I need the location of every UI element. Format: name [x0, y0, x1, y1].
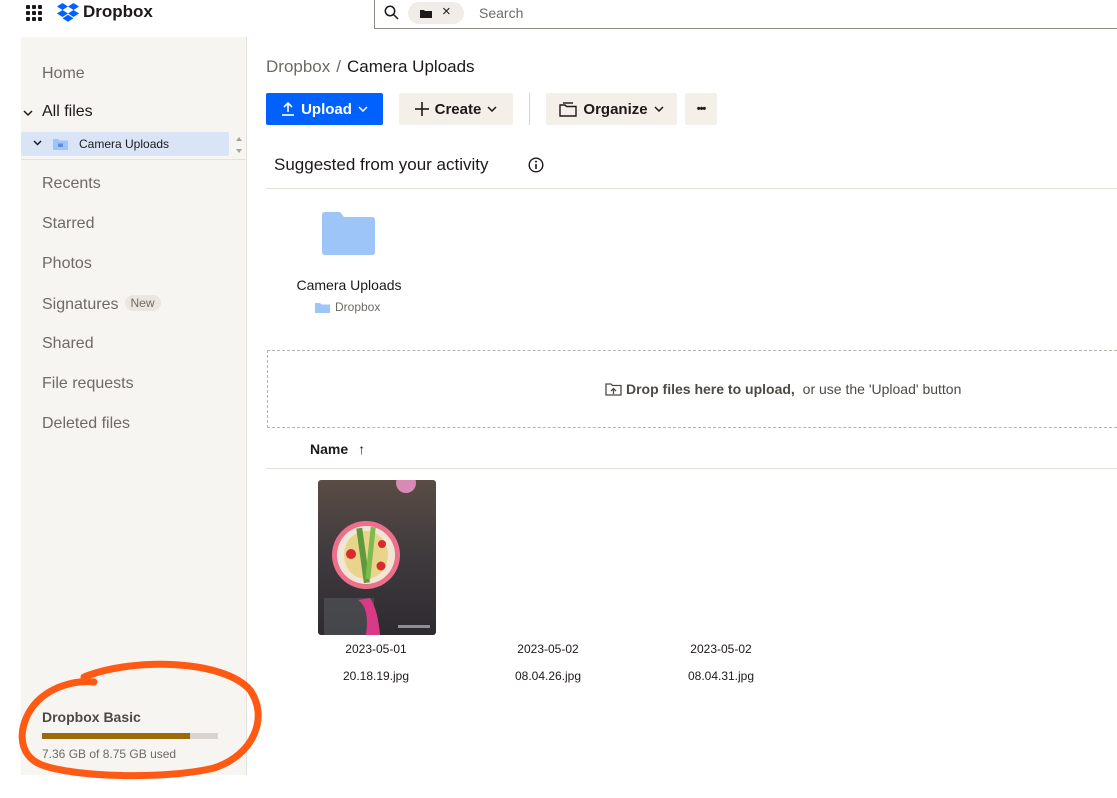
- suggested-item-location: Dropbox: [315, 300, 380, 314]
- sort-by-name-header[interactable]: Name ↑: [310, 441, 365, 457]
- search-input[interactable]: [479, 3, 879, 23]
- divider: [21, 159, 246, 160]
- dropzone-text: Drop files here to upload, or use the 'U…: [605, 381, 961, 397]
- create-label: Create: [434, 100, 482, 118]
- tree-scrollbar[interactable]: [233, 132, 245, 158]
- file-name-time: 20.18.19.jpg: [342, 669, 410, 683]
- folder-icon[interactable]: [322, 212, 375, 255]
- breadcrumb: Dropbox / Camera Uploads: [266, 57, 475, 77]
- sort-ascending-icon: ↑: [358, 441, 366, 457]
- folder-icon: [420, 10, 432, 18]
- chip-close-icon[interactable]: ×: [442, 3, 451, 20]
- sidebar-item-home[interactable]: Home: [42, 65, 85, 83]
- chevron-down-icon: [358, 106, 368, 112]
- more-icon: •••: [696, 103, 707, 115]
- upload-icon: [282, 102, 295, 116]
- breadcrumb-current: Camera Uploads: [347, 57, 475, 76]
- suggested-item-name[interactable]: Camera Uploads: [266, 277, 432, 293]
- sidebar-item-photos[interactable]: Photos: [42, 255, 92, 273]
- toolbar-divider: [529, 93, 530, 125]
- sidebar-item-file-requests[interactable]: File requests: [42, 375, 134, 393]
- file-tile[interactable]: 2023-05-02 08.04.26.jpg: [482, 480, 622, 690]
- upload-dropzone[interactable]: Drop files here to upload, or use the 'U…: [267, 350, 1117, 428]
- upload-button[interactable]: Upload: [266, 93, 383, 125]
- sidebar-item-deleted-files[interactable]: Deleted files: [42, 415, 130, 433]
- file-name-time: 08.04.26.jpg: [514, 669, 582, 683]
- sidebar-item-signatures[interactable]: Signatures New: [42, 295, 161, 314]
- location-label: Dropbox: [335, 300, 381, 314]
- file-name-date: 2023-05-02: [517, 642, 579, 656]
- organize-folder-icon: [559, 101, 578, 117]
- search-scope-chip[interactable]: ×: [408, 2, 464, 24]
- tree-item-label: Camera Uploads: [79, 137, 170, 151]
- search-icon: [384, 5, 399, 20]
- info-icon[interactable]: [528, 157, 544, 173]
- create-button[interactable]: Create: [399, 93, 513, 125]
- sidebar-item-shared[interactable]: Shared: [42, 335, 94, 353]
- camera-folder-icon: [53, 139, 68, 150]
- divider: [266, 188, 1117, 189]
- file-name-time: 08.04.31.jpg: [687, 669, 755, 683]
- dropbox-logo[interactable]: Dropbox: [57, 2, 153, 22]
- file-name-date: 2023-05-02: [690, 642, 752, 656]
- upload-label: Upload: [301, 100, 352, 118]
- sidebar-item-label: Signatures: [42, 296, 119, 313]
- suggested-section-title: Suggested from your activity: [274, 155, 489, 174]
- top-bar: Dropbox ×: [0, 0, 1117, 30]
- chevron-down-icon: [487, 106, 497, 112]
- organize-button[interactable]: Organize: [546, 93, 677, 125]
- breadcrumb-separator: /: [336, 57, 341, 76]
- dropzone-rest-text: or use the 'Upload' button: [798, 381, 962, 397]
- file-tile[interactable]: 2023-05-02 08.04.31.jpg: [655, 480, 795, 690]
- column-header-name: Name: [310, 441, 349, 457]
- more-options-button[interactable]: •••: [685, 93, 717, 125]
- chevron-down-icon[interactable]: [33, 140, 42, 146]
- folder-icon: [315, 302, 330, 313]
- sidebar-item-recents[interactable]: Recents: [42, 175, 101, 193]
- organize-label: Organize: [583, 100, 648, 118]
- sidebar-item-starred[interactable]: Starred: [42, 215, 94, 233]
- tree-item-camera-uploads[interactable]: Camera Uploads: [21, 132, 229, 156]
- annotation-circle: [18, 660, 262, 780]
- sidebar-item-all-files[interactable]: All files: [42, 103, 93, 121]
- file-name-date: 2023-05-01: [345, 642, 407, 656]
- plus-icon: [414, 102, 429, 116]
- upload-folder-icon: [605, 383, 622, 396]
- dropzone-bold-text: Drop files here to upload,: [626, 381, 795, 397]
- divider: [266, 468, 1117, 469]
- dropbox-logo-icon: [57, 2, 79, 22]
- brand-name: Dropbox: [83, 2, 153, 21]
- app-grid-icon[interactable]: [26, 5, 42, 21]
- chevron-down-icon: [654, 106, 664, 112]
- file-tile[interactable]: 2023-05-01 20.18.19.jpg: [310, 480, 450, 690]
- breadcrumb-root[interactable]: Dropbox: [266, 57, 330, 76]
- chevron-down-icon[interactable]: [23, 110, 33, 117]
- food-photo-thumbnail: [318, 480, 436, 635]
- search-bar[interactable]: ×: [374, 0, 1117, 29]
- new-badge: New: [124, 295, 161, 311]
- file-thumbnail: [318, 480, 436, 635]
